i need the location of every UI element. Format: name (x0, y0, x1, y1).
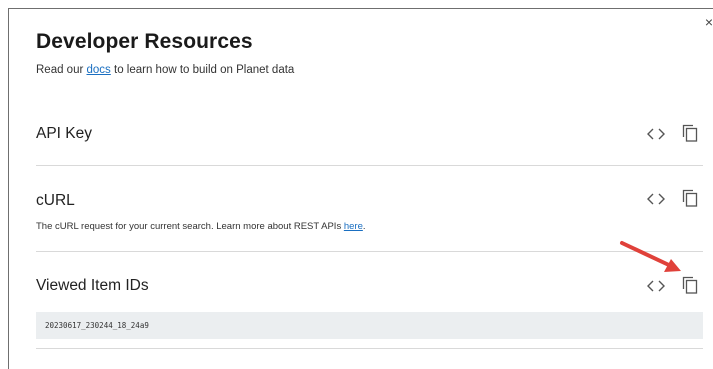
developer-resources-panel: × Developer Resources Read our docs to l… (8, 8, 713, 369)
divider (36, 348, 703, 349)
viewed-item-ids-title: Viewed Item IDs (36, 277, 149, 294)
copy-icon[interactable] (682, 124, 698, 142)
copy-icon[interactable] (682, 189, 698, 207)
copy-icon[interactable] (682, 276, 698, 294)
item-id-box: 20230617_230244_18_24a9 (36, 312, 703, 339)
divider (36, 251, 703, 252)
curl-description-text: The cURL request for your current search… (36, 221, 344, 232)
rest-apis-here-link[interactable]: here (344, 221, 363, 232)
docs-link[interactable]: docs (87, 64, 111, 76)
code-icon[interactable] (647, 279, 665, 293)
subtitle-suffix: to learn how to build on Planet data (110, 64, 295, 76)
curl-title: cURL (36, 192, 75, 209)
code-icon[interactable] (647, 192, 665, 206)
close-icon[interactable]: × (705, 15, 713, 29)
annotation-arrow-icon (620, 241, 681, 272)
code-icon[interactable] (647, 127, 665, 141)
curl-description-suffix: . (362, 221, 366, 232)
item-id-value: 20230617_230244_18_24a9 (45, 321, 149, 330)
api-key-title: API Key (36, 125, 92, 142)
panel-title: Developer Resources (36, 30, 253, 53)
divider (36, 165, 703, 166)
panel-subtitle: Read our docs to learn how to build on P… (36, 64, 294, 76)
curl-description: The cURL request for your current search… (36, 221, 366, 232)
subtitle-prefix: Read our (36, 64, 87, 76)
